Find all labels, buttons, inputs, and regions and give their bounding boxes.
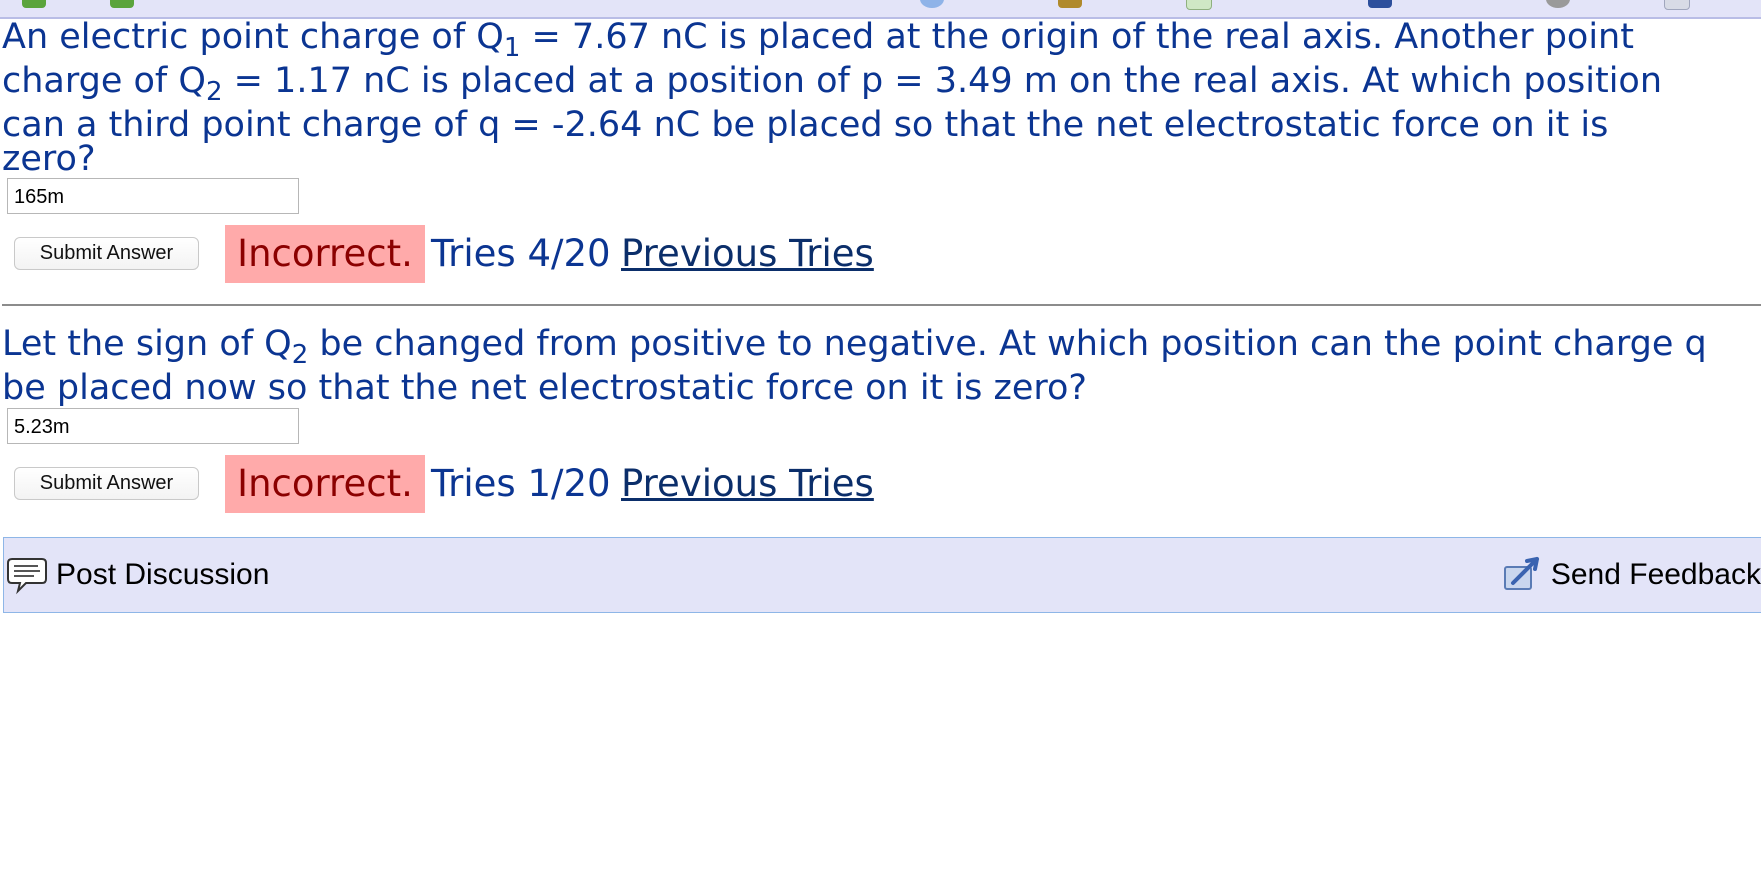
problem2-answer-input[interactable]	[7, 408, 299, 444]
problem2-status-badge: Incorrect.	[225, 455, 425, 513]
problem1-line3: can a third point charge of q = -2.64 nC…	[2, 105, 1609, 145]
toolbar-edit-icon[interactable]	[1664, 0, 1690, 10]
discussion-footer: Post Discussion Send Feedback	[3, 537, 1761, 613]
problem1-status-badge: Incorrect.	[225, 225, 425, 283]
problem1-line4: zero?	[2, 139, 96, 179]
problem1-answer-input[interactable]	[7, 178, 299, 214]
problem1-submit-button[interactable]: Submit Answer	[14, 237, 199, 270]
send-feedback-button[interactable]: Send Feedback	[1499, 550, 1761, 600]
problem2-previous-tries-link[interactable]: Previous Tries	[621, 455, 874, 513]
problem1-line2: charge of Q2 = 1.17 nC is placed at a po…	[2, 61, 1663, 107]
feedback-arrow-icon	[1503, 557, 1539, 590]
problem1-previous-tries-link[interactable]: Previous Tries	[621, 225, 874, 283]
toolbar-blue-icon[interactable]	[1368, 0, 1392, 8]
back-arrow-icon[interactable]	[22, 0, 46, 8]
send-feedback-label: Send Feedback	[1550, 558, 1761, 591]
problem2-line1: Let the sign of Q2 be changed from posit…	[2, 324, 1707, 370]
problem1-line1: An electric point charge of Q1 = 7.67 nC…	[2, 17, 1634, 63]
forward-arrow-icon[interactable]	[110, 0, 134, 8]
post-discussion-button[interactable]: Post Discussion	[6, 550, 269, 600]
problem1-question: An electric point charge of Q1 = 7.67 nC…	[2, 15, 1634, 63]
problem2-line2: be placed now so that the net electrosta…	[2, 368, 1087, 408]
section-divider	[2, 304, 1761, 306]
speech-bubble-icon	[7, 558, 47, 595]
post-discussion-label: Post Discussion	[56, 558, 270, 591]
toolbar-circle-icon[interactable]	[920, 0, 944, 8]
toolbar-gray-icon[interactable]	[1546, 0, 1570, 8]
toolbar-green-icon[interactable]	[1186, 0, 1212, 10]
problem2-tries-count: Tries 1/20	[431, 462, 611, 505]
toolbar-notes-icon[interactable]	[1058, 0, 1082, 8]
problem1-tries-count: Tries 4/20	[431, 232, 611, 275]
problem2-submit-button[interactable]: Submit Answer	[14, 467, 199, 500]
